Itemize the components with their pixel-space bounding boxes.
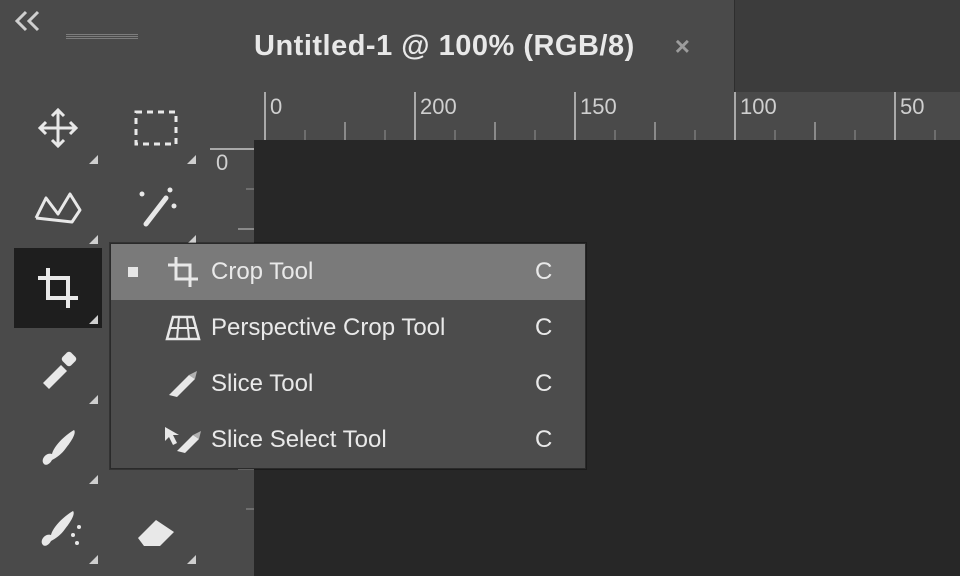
crop-tool-flyout: Crop Tool C Perspective Crop Tool C Slic… bbox=[110, 243, 586, 469]
flyout-item-label: Slice Tool bbox=[211, 370, 535, 398]
chevrons-left-icon bbox=[14, 10, 50, 32]
panel-header bbox=[0, 0, 210, 42]
magic-wand-icon bbox=[132, 184, 180, 232]
slice-select-icon bbox=[155, 425, 211, 455]
drag-grip-icon[interactable] bbox=[66, 34, 138, 40]
flyout-item-shortcut: C bbox=[535, 314, 585, 342]
ruler-tick-label: 0 bbox=[216, 150, 228, 176]
crop-icon bbox=[34, 264, 82, 312]
eraser-tool[interactable] bbox=[112, 488, 200, 568]
flyout-item-label: Perspective Crop Tool bbox=[211, 314, 535, 342]
marquee-tool[interactable] bbox=[112, 88, 200, 168]
marquee-icon bbox=[132, 108, 180, 148]
flyout-item-shortcut: C bbox=[535, 426, 585, 454]
eyedropper-tool[interactable] bbox=[14, 328, 102, 408]
ruler-tick-label: 0 bbox=[270, 94, 282, 120]
magic-wand-tool[interactable] bbox=[112, 168, 200, 248]
close-tab-button[interactable]: × bbox=[675, 31, 690, 62]
active-indicator-icon bbox=[111, 267, 155, 277]
flyout-item-shortcut: C bbox=[535, 258, 585, 286]
brush-icon bbox=[34, 424, 82, 472]
ruler-tick-label: 150 bbox=[580, 94, 617, 120]
document-tab[interactable]: Untitled-1 @ 100% (RGB/8) × bbox=[210, 0, 735, 92]
move-tool[interactable] bbox=[14, 88, 102, 168]
move-icon bbox=[34, 104, 82, 152]
flyout-item-crop[interactable]: Crop Tool C bbox=[111, 244, 585, 300]
horizontal-ruler[interactable]: 0 200 150 100 50 bbox=[254, 92, 960, 140]
flyout-item-shortcut: C bbox=[535, 370, 585, 398]
app-root: Untitled-1 @ 100% (RGB/8) × 0 200 150 10… bbox=[0, 0, 960, 576]
document-tab-title: Untitled-1 @ 100% (RGB/8) bbox=[254, 30, 635, 63]
ruler-tick-label: 50 bbox=[900, 94, 924, 120]
flyout-item-slice[interactable]: Slice Tool C bbox=[111, 356, 585, 412]
crop-icon bbox=[155, 255, 211, 289]
collapse-panel-button[interactable] bbox=[14, 10, 50, 37]
lasso-tool[interactable] bbox=[14, 168, 102, 248]
flyout-item-label: Crop Tool bbox=[211, 258, 535, 286]
perspective-crop-icon bbox=[155, 313, 211, 343]
flyout-item-label: Slice Select Tool bbox=[211, 426, 535, 454]
clone-stamp-icon bbox=[33, 505, 83, 551]
crop-tool[interactable] bbox=[14, 248, 102, 328]
lasso-icon bbox=[32, 188, 84, 228]
tab-bar: Untitled-1 @ 100% (RGB/8) × bbox=[210, 0, 960, 92]
eraser-icon bbox=[132, 508, 180, 548]
ruler-tick-label: 100 bbox=[740, 94, 777, 120]
ruler-tick-label: 200 bbox=[420, 94, 457, 120]
eyedropper-icon bbox=[35, 345, 81, 391]
brush-tool[interactable] bbox=[14, 408, 102, 488]
slice-icon bbox=[155, 369, 211, 399]
clone-stamp-tool[interactable] bbox=[14, 488, 102, 568]
flyout-item-slice-select[interactable]: Slice Select Tool C bbox=[111, 412, 585, 468]
flyout-item-perspective-crop[interactable]: Perspective Crop Tool C bbox=[111, 300, 585, 356]
